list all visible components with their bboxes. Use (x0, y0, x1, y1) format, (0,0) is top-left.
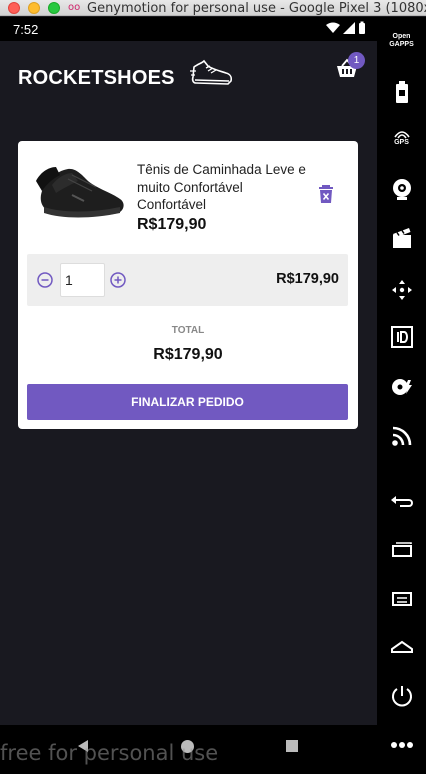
more-options-button[interactable] (377, 741, 426, 749)
total-label: TOTAL (171, 325, 205, 336)
battery-button[interactable] (377, 81, 426, 103)
android-status-bar: 7:52 (0, 17, 377, 41)
window-title: Genymotion for personal use - Google Pix… (87, 1, 426, 16)
gps-icon (393, 131, 410, 139)
minus-circle-icon (37, 272, 53, 288)
product-price: R$179,90 (137, 216, 207, 233)
device-id-button[interactable] (377, 326, 426, 348)
film-icon (392, 228, 411, 248)
brand-logo-text[interactable]: ROCKETSHOES (18, 67, 175, 90)
battery-icon (395, 81, 408, 103)
gps-label: GPS (394, 139, 409, 146)
genymotion-logo: oo (68, 2, 81, 13)
delete-item-button[interactable] (318, 185, 334, 208)
home-button[interactable] (377, 639, 426, 655)
window-titlebar: oo Genymotion for personal use - Google … (0, 0, 426, 16)
signal-icon (343, 22, 355, 34)
open-gapps-button[interactable]: Open GAPPS (377, 33, 426, 49)
decrement-button[interactable] (37, 272, 53, 293)
recent-icon (391, 542, 412, 557)
root: oo Genymotion for personal use - Google … (0, 0, 426, 774)
zoom-window-button[interactable] (48, 2, 60, 14)
finish-order-button[interactable]: FINALIZAR PEDIDO (27, 384, 348, 420)
item-subtotal: R$179,90 (276, 271, 339, 287)
close-window-button[interactable] (8, 2, 20, 14)
recent-apps-button[interactable] (377, 541, 426, 557)
shoe-logo-icon (190, 57, 234, 94)
back-icon (390, 496, 413, 507)
wifi-icon (326, 22, 340, 33)
trash-icon (319, 185, 333, 203)
plus-circle-icon (110, 272, 126, 288)
power-icon (391, 686, 412, 707)
open-gapps-label: Open GAPPS (389, 33, 414, 48)
id-icon (390, 326, 413, 348)
menu-button[interactable] (377, 591, 426, 607)
increment-button[interactable] (110, 272, 126, 293)
cast-icon (391, 426, 411, 446)
nav-recent-button[interactable] (286, 740, 298, 752)
status-icons (325, 21, 369, 42)
status-time: 7:52 (13, 22, 39, 37)
quantity-input[interactable] (60, 263, 105, 297)
quantity-bar: R$179,90 (27, 254, 348, 306)
power-button[interactable] (377, 684, 426, 708)
disk-io-button[interactable] (377, 376, 426, 398)
home-icon (390, 640, 413, 653)
watermark-text: free for personal use (0, 741, 219, 765)
gps-button[interactable]: GPS (377, 129, 426, 147)
more-icon (390, 742, 413, 748)
remote-control-button[interactable] (377, 279, 426, 301)
cast-button[interactable] (377, 425, 426, 447)
back-button[interactable] (377, 492, 426, 508)
camera-button[interactable] (377, 177, 426, 201)
cart-count-badge: 1 (348, 52, 365, 69)
disk-icon (391, 379, 412, 395)
total-value: R$179,90 (153, 346, 223, 363)
cart-card: Tênis de Caminhada Leve e muito Confortá… (18, 141, 358, 429)
screencast-button[interactable] (377, 227, 426, 249)
product-title: Tênis de Caminhada Leve e muito Confortá… (137, 162, 306, 212)
status-battery-icon (359, 23, 365, 34)
move-icon (391, 280, 412, 300)
camera-icon (392, 179, 411, 200)
minimize-window-button[interactable] (28, 2, 40, 14)
genymotion-toolbar: Open GAPPS GPS (377, 17, 426, 774)
product-image (32, 151, 128, 238)
menu-icon (391, 592, 412, 606)
phone-screen: 7:52 ROCKETSHOES 1 Tênis de Caminhada Le… (0, 17, 377, 725)
